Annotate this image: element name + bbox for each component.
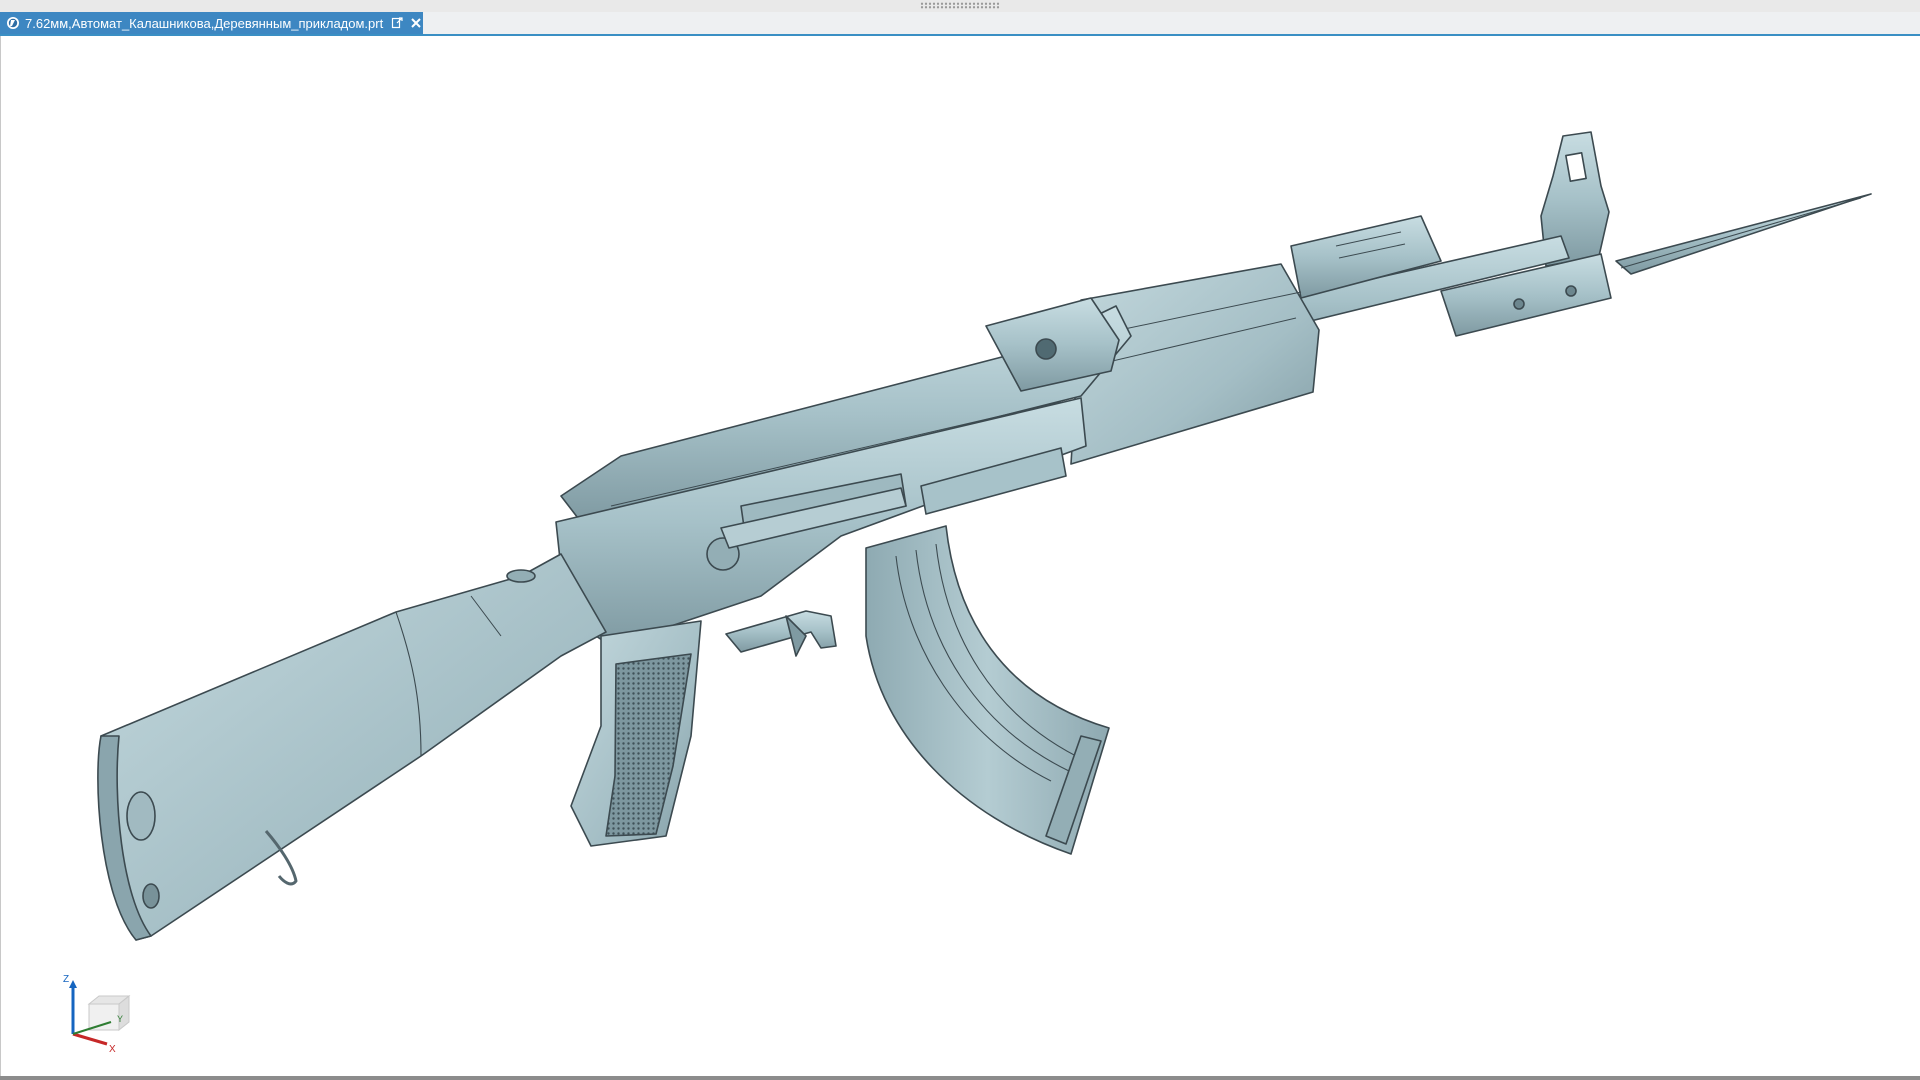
status-strip bbox=[0, 1076, 1920, 1080]
rifle-3d-model[interactable] bbox=[1, 36, 1920, 1076]
document-tab[interactable]: 7.62мм,Автомат_Калашникова,Деревянным_пр… bbox=[0, 12, 423, 34]
axis-triad-icon[interactable]: Z Y X bbox=[63, 974, 133, 1054]
close-icon[interactable] bbox=[410, 17, 422, 29]
triad-z-label: Z bbox=[63, 974, 69, 985]
pop-out-icon[interactable] bbox=[391, 17, 403, 29]
nx-app-icon bbox=[6, 16, 20, 30]
triad-y-label: Y bbox=[117, 1014, 123, 1024]
document-tab-bar: 7.62мм,Автомат_Калашникова,Деревянным_пр… bbox=[0, 12, 1920, 36]
document-tab-title: 7.62мм,Автомат_Калашникова,Деревянным_пр… bbox=[25, 15, 384, 31]
graphics-viewport[interactable]: Z Y X bbox=[0, 36, 1920, 1076]
trigger-guard bbox=[725, 610, 837, 653]
resize-grip[interactable] bbox=[920, 2, 1000, 9]
stock bbox=[100, 553, 607, 941]
triad-x-label: X bbox=[109, 1044, 116, 1054]
